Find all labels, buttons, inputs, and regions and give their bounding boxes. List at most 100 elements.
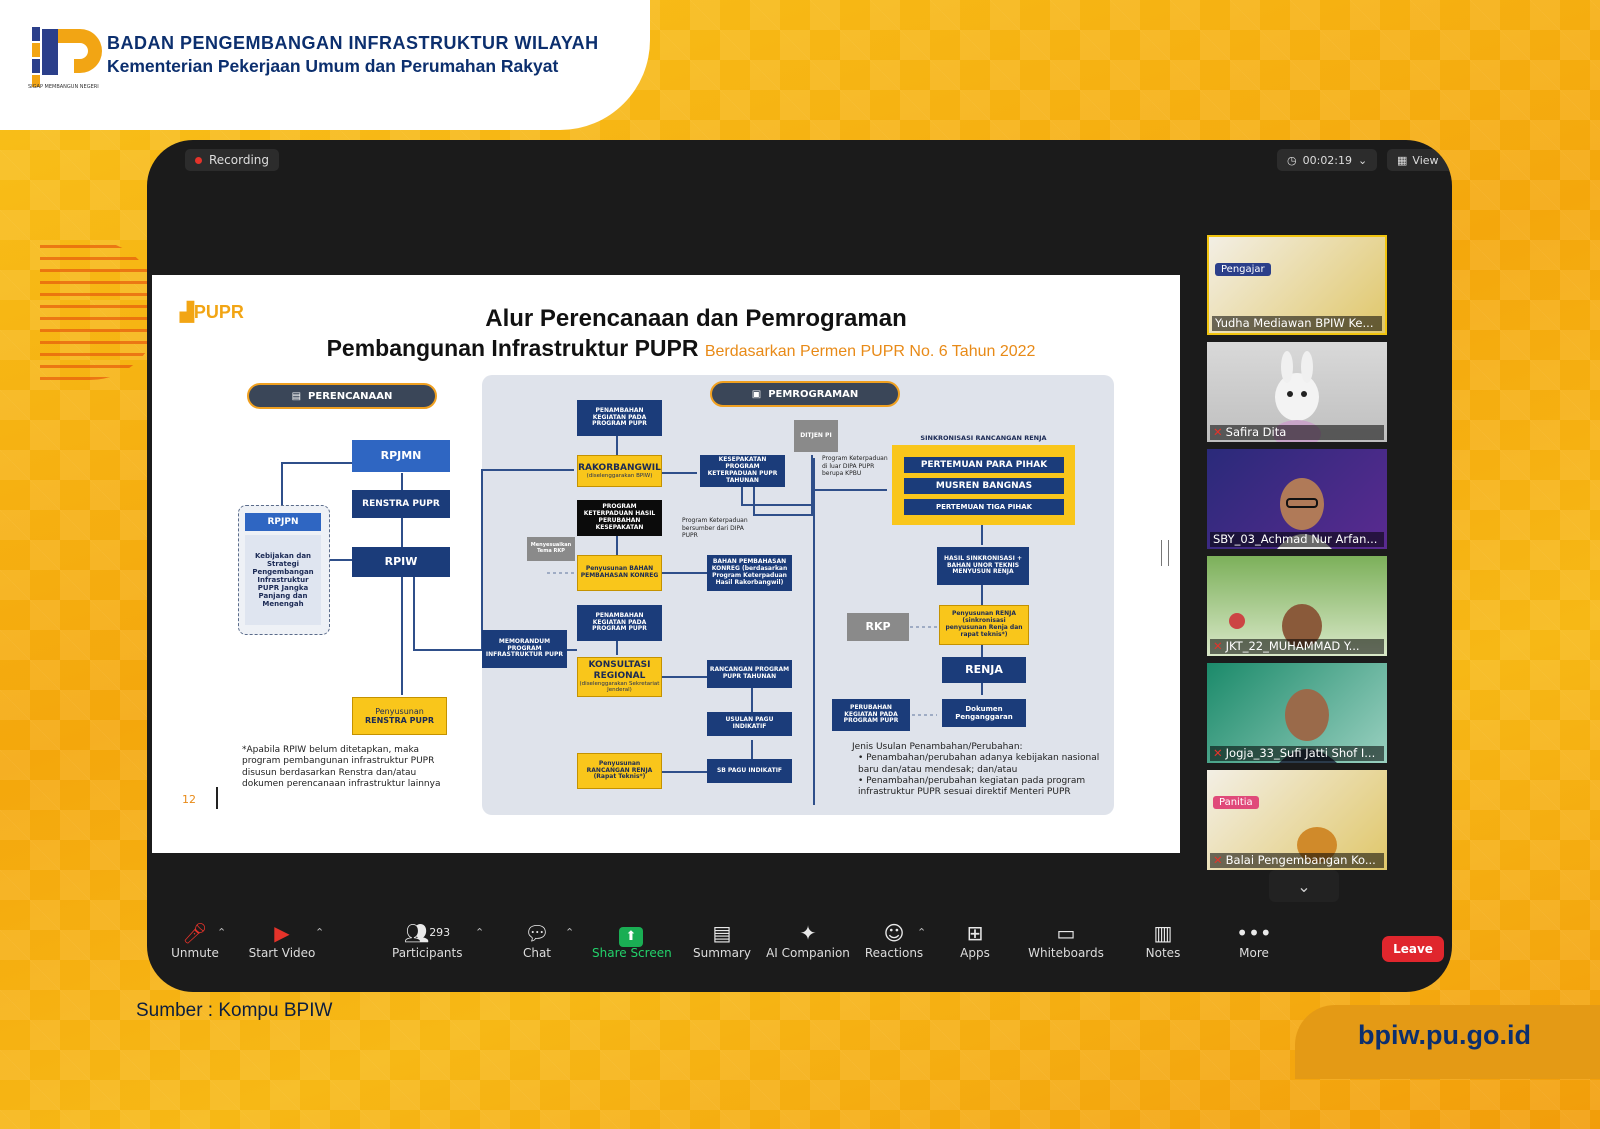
summary-icon: ▤	[712, 921, 732, 945]
sync-item: MUSREN BANGNAS	[904, 478, 1064, 494]
rpjmn-box: RPJMN	[352, 440, 450, 472]
notes-icon: ▥	[1153, 921, 1173, 945]
konsultasi-box: KONSULTASI REGIONAL (diselenggarakan Sekr…	[577, 657, 662, 697]
usulan-pagu-box: USULAN PAGU INDIKATIF	[707, 712, 792, 736]
dokumen-box: Dokumen Penganggaran	[942, 699, 1026, 727]
recording-label: Recording	[209, 153, 270, 167]
program-keterpaduan-box: PROGRAM KETERPADUAN HASIL PERUBAHAN KESE…	[577, 500, 662, 536]
clock-icon: ◷	[1287, 153, 1297, 167]
share-screen-button[interactable]: ⬆ Share Screen	[592, 920, 672, 960]
chevron-up-icon[interactable]: ⌃	[565, 926, 574, 939]
sinkronisasi-title: SINKRONISASI RANCANGAN RENJA	[920, 434, 1047, 442]
rancangan-program-box: RANCANGAN PROGRAM PUPR TAHUNAN	[707, 660, 792, 688]
mic-muted-icon: 🎤︎	[182, 921, 208, 945]
recording-indicator[interactable]: Recording	[185, 149, 280, 171]
penyusunan-renstra-box: Penyusunan RENSTRA PUPR	[352, 697, 447, 735]
share-screen-icon: ⬆	[619, 927, 643, 947]
source-caption: Sumber : Kompu BPIW	[136, 1000, 333, 1021]
penyusunan-bahan-box: Penyusunan BAHAN PEMBAHASAN KONREG	[577, 555, 662, 591]
participant-name: ✕ Jogja_33_Sufi Jatti Shof I...	[1210, 746, 1384, 761]
participants-icon: 👥︎293	[403, 921, 451, 945]
list-item: • Penambahan/perubahan kegiatan pada pro…	[858, 775, 1086, 797]
note-kpbu: Program Keterpaduan di luar DIPA PUPR be…	[822, 455, 888, 477]
chevron-up-icon[interactable]: ⌃	[217, 926, 226, 939]
participant-name: ✕ JKT_22_MUHAMMAD Y...	[1210, 639, 1384, 654]
chevron-up-icon[interactable]: ⌃	[315, 926, 324, 939]
participant-tile[interactable]: ✕ JKT_22_MUHAMMAD Y...	[1207, 556, 1387, 656]
unmute-button[interactable]: 🎤︎ Unmute	[165, 920, 225, 960]
ai-companion-button[interactable]: ✦ AI Companion	[762, 920, 854, 960]
participant-tile[interactable]: Pengajar Yudha Mediawan BPIW Ke...	[1207, 235, 1387, 335]
sparkle-icon: ✦	[799, 921, 817, 945]
chevron-up-icon[interactable]: ⌃	[917, 926, 926, 939]
scroll-down-button[interactable]: ⌄	[1269, 870, 1339, 902]
hasil-sinkronisasi-box: HASIL SINKRONISASI + BAHAN UNOR TEKNIS M…	[937, 547, 1029, 585]
whiteboard-icon: ▭	[1056, 921, 1076, 945]
perubahan-box: PERUBAHAN KEGIATAN PADA PROGRAM PUPR	[832, 699, 910, 731]
sync-item: PERTEMUAN TIGA PIHAK	[904, 499, 1064, 515]
website-url: bpiw.pu.go.id	[1358, 1020, 1531, 1050]
meeting-timer[interactable]: ◷ 00:02:19 ⌄	[1277, 149, 1378, 171]
leave-button[interactable]: Leave	[1382, 936, 1444, 962]
ditjen-pi-box: DITJEN PI	[794, 420, 838, 452]
split-handle[interactable]	[1161, 540, 1169, 566]
participant-name: SBY_03_Achmad Nur Arfan...	[1210, 532, 1384, 547]
sinkronisasi-group: PERTEMUAN PARA PIHAK MUSREN BANGNAS PERT…	[892, 445, 1075, 525]
summary-button[interactable]: ▤ Summary	[692, 920, 752, 960]
chevron-up-icon[interactable]: ⌃	[475, 926, 484, 939]
video-off-icon: ▶︎	[274, 921, 290, 945]
jenis-title: Jenis Usulan Penambahan/Perubahan:	[852, 742, 1023, 752]
penambahan-box-1: PENAMBAHAN KEGIATAN PADA PROGRAM PUPR	[577, 400, 662, 436]
header-banner: SIGAP MEMBANGUN NEGERI BADAN PENGEMBANGA…	[0, 0, 650, 130]
chevron-down-icon: ⌄	[1358, 153, 1368, 167]
participant-name: ✕ Balai Pengembangan Ko...	[1210, 853, 1384, 868]
meeting-toolbar: 🎤︎ Unmute ⌃ ▶︎ Start Video ⌃ 👥︎293 Parti…	[147, 912, 1452, 992]
note-dipa: Program Keterpaduan bersumber dari DIPA …	[682, 517, 748, 539]
ministry-name: Kementerian Pekerjaan Umum dan Perumahan…	[107, 56, 559, 76]
participant-tile[interactable]: Panitia ✕ Balai Pengembangan Ko...	[1207, 770, 1387, 870]
view-label: View	[1412, 153, 1439, 167]
participant-tile[interactable]: ✕ Jogja_33_Sufi Jatti Shof I...	[1207, 663, 1387, 763]
shared-screen-slide: ▟PUPR Alur Perencanaan dan Pemrograman P…	[152, 275, 1180, 853]
mic-muted-icon: ✕	[1213, 746, 1223, 760]
participant-name: Yudha Mediawan BPIW Ke...	[1212, 316, 1382, 331]
menyesuaikan-box: Menyesuaikan Tema RKP	[527, 537, 575, 561]
mic-muted-icon: ✕	[1213, 425, 1223, 439]
chevron-down-icon: ⌄	[1297, 876, 1311, 896]
bahan-pembahasan-box: BAHAN PEMBAHASAN KONREG (berdasarkan Pro…	[707, 555, 792, 591]
participant-tag: Pengajar	[1215, 263, 1271, 276]
start-video-button[interactable]: ▶︎ Start Video	[247, 920, 317, 960]
participants-button[interactable]: 👥︎293 Participants	[392, 920, 463, 960]
renja-box: RENJA	[942, 657, 1026, 683]
penyusunan-rancangan-box: Penyusunan RANCANGAN RENJA (Rapat Teknis…	[577, 753, 662, 789]
pupr-logo	[32, 27, 102, 87]
rpiw-box: RPIW	[352, 547, 450, 577]
memorandum-box: MEMORANDUM PROGRAM INFRASTRUKTUR PUPR	[482, 630, 567, 668]
grid-view-icon: ▦	[1397, 153, 1408, 167]
whiteboards-button[interactable]: ▭ Whiteboards	[1027, 920, 1105, 960]
mic-muted-icon: ✕	[1213, 639, 1223, 653]
more-button[interactable]: ••• More	[1232, 920, 1276, 960]
rpjpn-box: RPJPN	[245, 513, 321, 531]
notes-button[interactable]: ▥ Notes	[1140, 920, 1186, 960]
kesepakatan-box: KESEPAKATAN PROGRAM KETERPADUAN PUPR TAH…	[700, 455, 785, 487]
recording-dot-icon	[195, 156, 202, 164]
renstra-box: RENSTRA PUPR	[352, 490, 450, 518]
rpjpn-description: Kebijakan dan Strategi Pengembangan Infr…	[245, 535, 321, 625]
jenis-usulan: Jenis Usulan Penambahan/Perubahan: • Pen…	[852, 742, 1102, 798]
zoom-meeting-window: Recording ◷ 00:02:19 ⌄ ▦ View ▟PUPR Alur…	[147, 140, 1452, 992]
chat-button[interactable]: 💬︎ Chat	[517, 920, 557, 960]
view-button[interactable]: ▦ View	[1387, 149, 1452, 171]
penambahan-box-2: PENAMBAHAN KEGIATAN PADA PROGRAM PUPR	[577, 605, 662, 641]
page-divider	[216, 787, 218, 809]
footnote: *Apabila RPIW belum ditetapkan, maka pro…	[242, 745, 441, 789]
more-icon: •••	[1236, 921, 1272, 945]
apps-icon: ⊞	[966, 921, 984, 945]
apps-button[interactable]: ⊞ Apps	[955, 920, 995, 960]
participant-tile[interactable]: ✕ Safira Dita	[1207, 342, 1387, 442]
sync-item: PERTEMUAN PARA PIHAK	[904, 457, 1064, 473]
participant-tile[interactable]: SBY_03_Achmad Nur Arfan...	[1207, 449, 1387, 549]
page-number: 12	[182, 793, 196, 806]
timer-value: 00:02:19	[1302, 153, 1353, 167]
sb-pagu-box: SB PAGU INDIKATIF	[707, 759, 792, 783]
